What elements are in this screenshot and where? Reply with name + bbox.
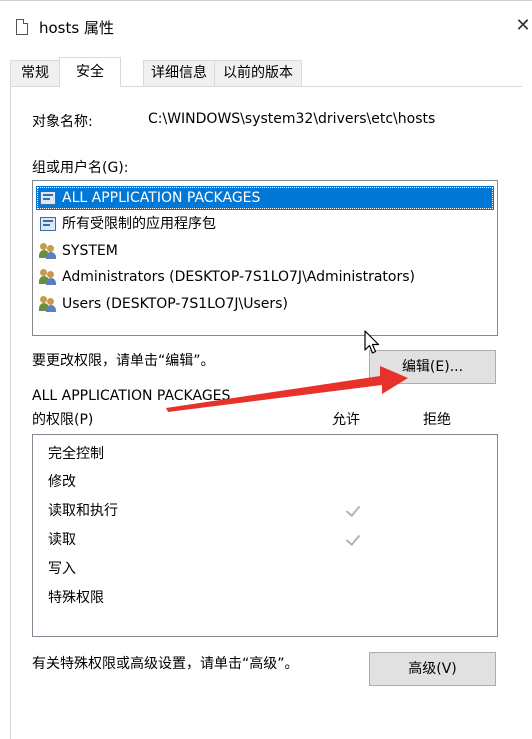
list-item[interactable]: Users (DESKTOP-7S1LO7J\Users) xyxy=(36,292,288,316)
permission-row: 特殊权限 xyxy=(48,590,104,606)
title-bar: hosts 属性 ✕ xyxy=(0,0,532,50)
permission-row: 读取和执行 xyxy=(48,503,118,519)
allow-header: 允许 xyxy=(332,412,360,428)
list-item-label: ALL APPLICATION PACKAGES xyxy=(62,190,261,206)
object-name-label: 对象名称: xyxy=(32,114,93,130)
permission-row: 完全控制 xyxy=(48,446,104,462)
allow-check-icon xyxy=(344,531,362,549)
mouse-cursor-icon xyxy=(364,330,380,354)
groups-listbox[interactable]: ALL APPLICATION PACKAGES 所有受限制的应用程序包 SYS… xyxy=(32,180,498,336)
groups-label: 组或用户名(G): xyxy=(32,160,129,176)
permission-row: 写入 xyxy=(48,561,76,577)
list-item-label: Administrators (DESKTOP-7S1LO7J\Administ… xyxy=(62,269,415,285)
list-item-label: Users (DESKTOP-7S1LO7J\Users) xyxy=(62,296,288,312)
package-icon xyxy=(40,217,56,231)
allow-check-icon xyxy=(344,502,362,520)
object-name-value: C:\WINDOWS\system32\drivers\etc\hosts xyxy=(148,111,436,127)
advanced-button[interactable]: 高级(V) xyxy=(369,652,496,686)
edit-button[interactable]: 编辑(E)... xyxy=(369,350,496,384)
file-icon xyxy=(16,19,28,35)
edit-hint: 要更改权限，请单击“编辑”。 xyxy=(32,353,215,369)
tab-security[interactable]: 安全 xyxy=(59,57,121,87)
tab-previous-versions[interactable]: 以前的版本 xyxy=(214,60,302,86)
list-item[interactable]: SYSTEM xyxy=(36,239,118,263)
permissions-list[interactable]: 完全控制 修改 读取和执行 读取 写入 特殊权限 xyxy=(32,434,498,637)
permission-row: 读取 xyxy=(48,532,76,548)
list-item-label: 所有受限制的应用程序包 xyxy=(62,216,216,232)
users-icon xyxy=(39,296,59,312)
package-icon xyxy=(40,191,56,205)
permissions-title: ALL APPLICATION PACKAGES xyxy=(32,388,231,404)
permissions-subtitle: 的权限(P) xyxy=(32,412,94,428)
tab-details[interactable]: 详细信息 xyxy=(143,60,215,86)
users-icon xyxy=(39,243,59,259)
deny-header: 拒绝 xyxy=(423,412,451,428)
close-button[interactable]: ✕ xyxy=(514,15,532,37)
list-item[interactable]: 所有受限制的应用程序包 xyxy=(36,212,216,236)
permission-row: 修改 xyxy=(48,474,76,490)
list-item-label: SYSTEM xyxy=(62,243,118,259)
list-item[interactable]: Administrators (DESKTOP-7S1LO7J\Administ… xyxy=(36,265,415,289)
window-title: hosts 属性 xyxy=(39,19,114,37)
tab-general[interactable]: 常规 xyxy=(10,60,60,86)
users-icon xyxy=(39,269,59,285)
list-item[interactable]: ALL APPLICATION PACKAGES xyxy=(36,186,494,210)
advanced-hint: 有关特殊权限或高级设置，请单击“高级”。 xyxy=(32,656,299,672)
